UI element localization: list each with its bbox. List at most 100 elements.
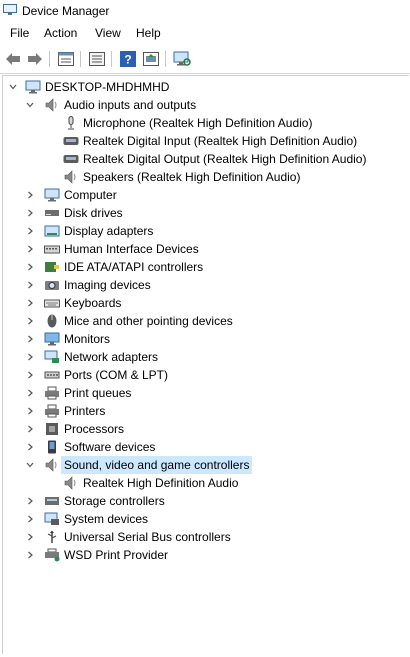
speaker-icon (44, 458, 60, 472)
svg-text:?: ? (124, 53, 131, 67)
category-human-interface-devices[interactable]: Human Interface Devices (3, 240, 403, 258)
category-print-queues[interactable]: Print queues (3, 384, 403, 402)
expander-toggle[interactable] (25, 546, 35, 564)
expander-toggle[interactable] (25, 510, 35, 528)
device-realtek-high-definition-audio[interactable]: Realtek High Definition Audio (3, 474, 403, 492)
category-ide-ata-atapi-controllers[interactable]: IDE ATA/ATAPI controllers (3, 258, 403, 276)
category-printers[interactable]: Printers (3, 402, 403, 420)
menu-view[interactable]: View (95, 26, 121, 40)
expander-toggle[interactable] (25, 366, 35, 384)
camera-icon (44, 278, 60, 292)
expander-toggle[interactable] (25, 402, 35, 420)
expander-toggle[interactable] (25, 204, 35, 222)
expander-toggle[interactable] (25, 528, 35, 546)
expander-toggle[interactable] (25, 438, 35, 456)
device-realtek-digital-output-realtek-high-definition-audio[interactable]: Realtek Digital Output (Realtek High Def… (3, 150, 403, 168)
update-driver-button[interactable] (141, 49, 161, 69)
category-display-adapters[interactable]: Display adapters (3, 222, 403, 240)
category-universal-serial-bus-controllers[interactable]: Universal Serial Bus controllers (3, 528, 403, 546)
scan-hardware-icon (173, 51, 191, 66)
chevron-right-icon (28, 371, 33, 379)
expander-toggle[interactable] (25, 312, 35, 330)
chevron-right-icon (28, 515, 33, 523)
category-processors-label: Processors (64, 422, 125, 436)
expander-toggle[interactable] (25, 222, 35, 240)
device-realtek-digital-output-realtek-high-definition-audio-label: Realtek Digital Output (Realtek High Def… (83, 152, 367, 166)
show-hidden-button[interactable] (87, 49, 107, 69)
expander-toggle[interactable] (25, 294, 35, 312)
category-system-devices[interactable]: System devices (3, 510, 403, 528)
menu-action[interactable]: Action (44, 26, 77, 40)
tree-root-label: DESKTOP-MHDHMHD (45, 80, 170, 94)
category-sound[interactable]: Sound, video and game controllers (3, 456, 403, 474)
speaker-icon (63, 170, 79, 184)
ide-icon (44, 260, 60, 274)
expander-toggle[interactable] (25, 240, 35, 258)
category-computer-label: Computer (64, 188, 117, 202)
device-manager-icon (3, 4, 17, 15)
expander-toggle[interactable] (25, 420, 35, 438)
category-ports-com-lpt[interactable]: Ports (COM & LPT) (3, 366, 403, 384)
device-realtek-digital-input-realtek-high-definition-audio[interactable]: Realtek Digital Input (Realtek High Defi… (3, 132, 403, 150)
menu-file[interactable]: File (10, 26, 29, 40)
expander-toggle[interactable] (25, 276, 35, 294)
category-imaging-devices[interactable]: Imaging devices (3, 276, 403, 294)
category-mice-and-other-pointing-devices[interactable]: Mice and other pointing devices (3, 312, 403, 330)
device-realtek-digital-input-realtek-high-definition-audio-label: Realtek Digital Input (Realtek High Defi… (83, 134, 358, 148)
category-disk-drives[interactable]: Disk drives (3, 204, 403, 222)
expander-toggle[interactable] (25, 456, 35, 474)
category-audio[interactable]: Audio inputs and outputs (3, 96, 403, 114)
device-tree[interactable]: DESKTOP-MHDHMHD Audio inputs and outputs M… (2, 75, 409, 654)
scan-hardware-button[interactable] (172, 49, 192, 69)
properties-button[interactable] (56, 49, 76, 69)
device-microphone-realtek-high-definition-audio[interactable]: Microphone (Realtek High Definition Audi… (3, 114, 403, 132)
help-icon: ? (120, 51, 136, 67)
chevron-right-icon (28, 551, 33, 559)
chevron-down-icon (26, 102, 34, 108)
network-icon (44, 350, 60, 364)
expander-toggle[interactable] (8, 78, 18, 96)
chevron-right-icon (28, 317, 33, 325)
device-speakers-realtek-high-definition-audio[interactable]: Speakers (Realtek High Definition Audio) (3, 168, 403, 186)
category-monitors[interactable]: Monitors (3, 330, 403, 348)
chevron-right-icon (28, 443, 33, 451)
expander-toggle[interactable] (25, 186, 35, 204)
expander-toggle[interactable] (25, 258, 35, 276)
expander-toggle[interactable] (25, 96, 35, 114)
printer-icon (44, 404, 60, 418)
chevron-right-icon (28, 425, 33, 433)
forward-button[interactable] (25, 49, 45, 69)
category-processors[interactable]: Processors (3, 420, 403, 438)
category-storage-controllers[interactable]: Storage controllers (3, 492, 403, 510)
toolbar-separator (80, 51, 81, 67)
expander-toggle[interactable] (25, 384, 35, 402)
expander-toggle[interactable] (25, 330, 35, 348)
category-computer[interactable]: Computer (3, 186, 403, 204)
chevron-down-icon (9, 84, 17, 90)
category-software-devices-label: Software devices (64, 440, 156, 454)
category-network-adapters[interactable]: Network adapters (3, 348, 403, 366)
hid-icon (44, 242, 60, 256)
keyboard-icon (44, 296, 60, 310)
expander-toggle[interactable] (25, 348, 35, 366)
help-button[interactable]: ? (118, 49, 138, 69)
chevron-right-icon (28, 497, 33, 505)
category-software-devices[interactable]: Software devices (3, 438, 403, 456)
category-keyboards[interactable]: Keyboards (3, 294, 403, 312)
chevron-right-icon (28, 281, 33, 289)
category-wsd-print-provider[interactable]: WSD Print Provider (3, 546, 403, 564)
digital-icon (63, 152, 79, 166)
digital-icon (63, 134, 79, 148)
category-sound-label: Sound, video and game controllers (61, 456, 253, 474)
expander-toggle[interactable] (25, 492, 35, 510)
chevron-right-icon (28, 191, 33, 199)
menu-help[interactable]: Help (136, 26, 161, 40)
chevron-right-icon (28, 533, 33, 541)
forward-icon (28, 53, 42, 65)
disk-icon (44, 206, 60, 220)
category-network-adapters-label: Network adapters (64, 350, 159, 364)
wsd-icon (44, 548, 60, 562)
category-imaging-devices-label: Imaging devices (64, 278, 151, 292)
tree-root[interactable]: DESKTOP-MHDHMHD (3, 78, 403, 96)
back-button[interactable] (3, 49, 23, 69)
